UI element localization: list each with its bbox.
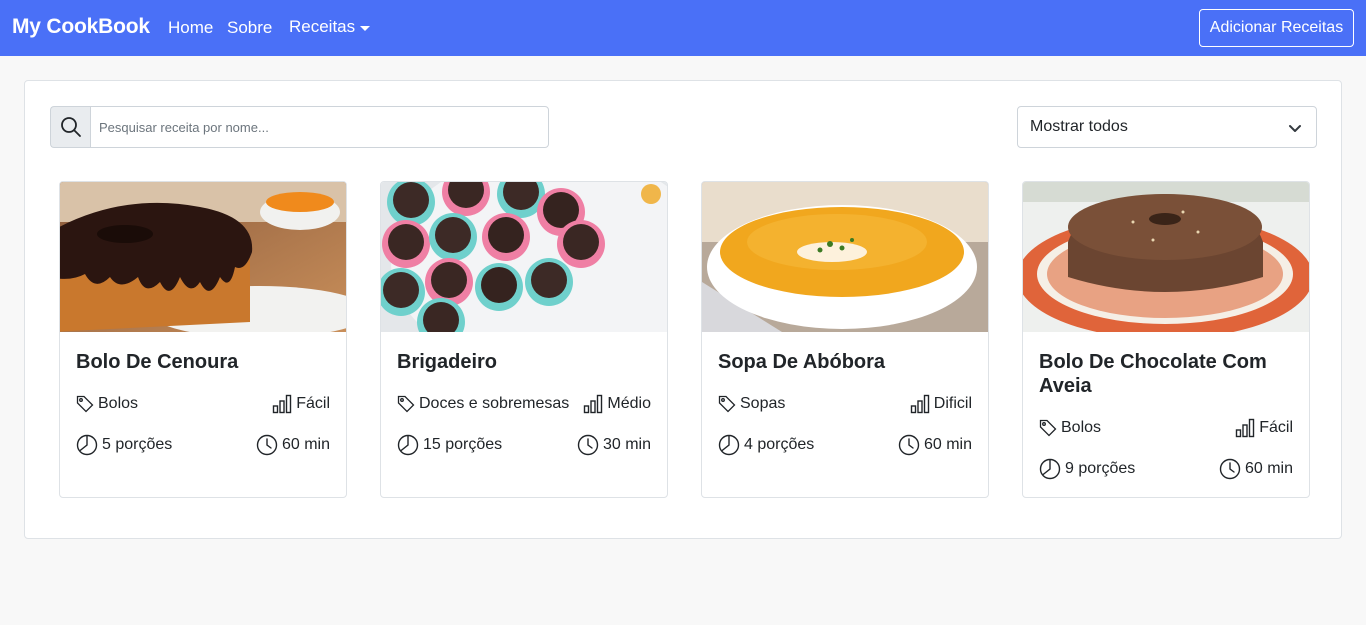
tag-icon	[718, 395, 736, 413]
pie-chart-icon	[76, 434, 98, 456]
clock-icon	[898, 434, 920, 456]
recipe-category: Bolos	[76, 395, 138, 413]
recipe-time: 60 min	[898, 434, 972, 456]
recipe-portions: 4 porções	[718, 434, 814, 456]
recipe-title[interactable]: Sopa De Abóbora	[718, 350, 972, 374]
search-icon	[50, 106, 90, 148]
recipe-image-sopa-abobora	[702, 182, 988, 332]
nav-dropdown-label: Receitas	[289, 17, 356, 36]
nav-link-sobre[interactable]: Sobre	[227, 18, 272, 38]
recipes-panel: Mostrar todos	[24, 80, 1342, 539]
recipe-time: 60 min	[256, 434, 330, 456]
clock-icon	[256, 434, 278, 456]
recipe-card[interactable]: Bolo De Chocolate Com Aveia Bolos Fácil …	[1022, 181, 1310, 498]
recipe-difficulty: Dificil	[910, 394, 972, 414]
recipe-image-bolo-chocolate-aveia	[1023, 182, 1309, 332]
recipe-image-bolo-cenoura	[60, 182, 346, 332]
bar-chart-icon	[273, 394, 292, 414]
search-input[interactable]	[90, 106, 549, 148]
recipe-difficulty: Fácil	[272, 394, 330, 414]
add-recipe-button[interactable]: Adicionar Receitas	[1199, 9, 1354, 47]
tag-icon	[1039, 419, 1057, 437]
tag-icon	[397, 395, 415, 413]
tag-icon	[76, 395, 94, 413]
recipe-portions: 5 porções	[76, 434, 172, 456]
recipe-category: Doces e sobremesas	[397, 395, 569, 413]
recipe-title[interactable]: Bolo De Cenoura	[76, 350, 330, 374]
nav-dropdown-receitas[interactable]: Receitas	[289, 17, 371, 37]
bar-chart-icon	[910, 394, 929, 414]
recipe-title[interactable]: Bolo De Chocolate Com Aveia	[1039, 350, 1293, 398]
recipe-time: 60 min	[1219, 458, 1293, 480]
brand-logo[interactable]: My CookBook	[12, 15, 150, 39]
recipe-difficulty: Fácil	[1235, 418, 1293, 438]
recipe-card[interactable]: Sopa De Abóbora Sopas Dificil 4 porções	[701, 181, 989, 498]
pie-chart-icon	[718, 434, 740, 456]
recipe-card[interactable]: Brigadeiro Doces e sobremesas Médio 15 p…	[380, 181, 668, 498]
recipe-image-brigadeiro	[381, 182, 667, 332]
bar-chart-icon	[1236, 418, 1255, 438]
recipe-difficulty: Médio	[583, 394, 651, 414]
recipe-time: 30 min	[577, 434, 651, 456]
bar-chart-icon	[584, 394, 603, 414]
recipe-category: Sopas	[718, 395, 785, 413]
recipe-title[interactable]: Brigadeiro	[397, 350, 651, 374]
recipe-card[interactable]: Bolo De Cenoura Bolos Fácil 5 porções 60…	[59, 181, 347, 498]
pie-chart-icon	[1039, 458, 1061, 480]
recipe-portions: 15 porções	[397, 434, 502, 456]
recipe-category: Bolos	[1039, 419, 1101, 437]
clock-icon	[577, 434, 599, 456]
navbar: My CookBook Home Sobre Receitas Adiciona…	[0, 0, 1366, 56]
chevron-down-icon	[1288, 121, 1302, 140]
search-group	[50, 106, 549, 148]
clock-icon	[1219, 458, 1241, 480]
caret-down-icon	[360, 25, 371, 31]
pie-chart-icon	[397, 434, 419, 456]
nav-link-home[interactable]: Home	[168, 18, 213, 38]
recipe-portions: 9 porções	[1039, 458, 1135, 480]
category-filter-value: Mostrar todos	[1030, 118, 1128, 135]
category-filter-select[interactable]: Mostrar todos	[1017, 106, 1317, 148]
